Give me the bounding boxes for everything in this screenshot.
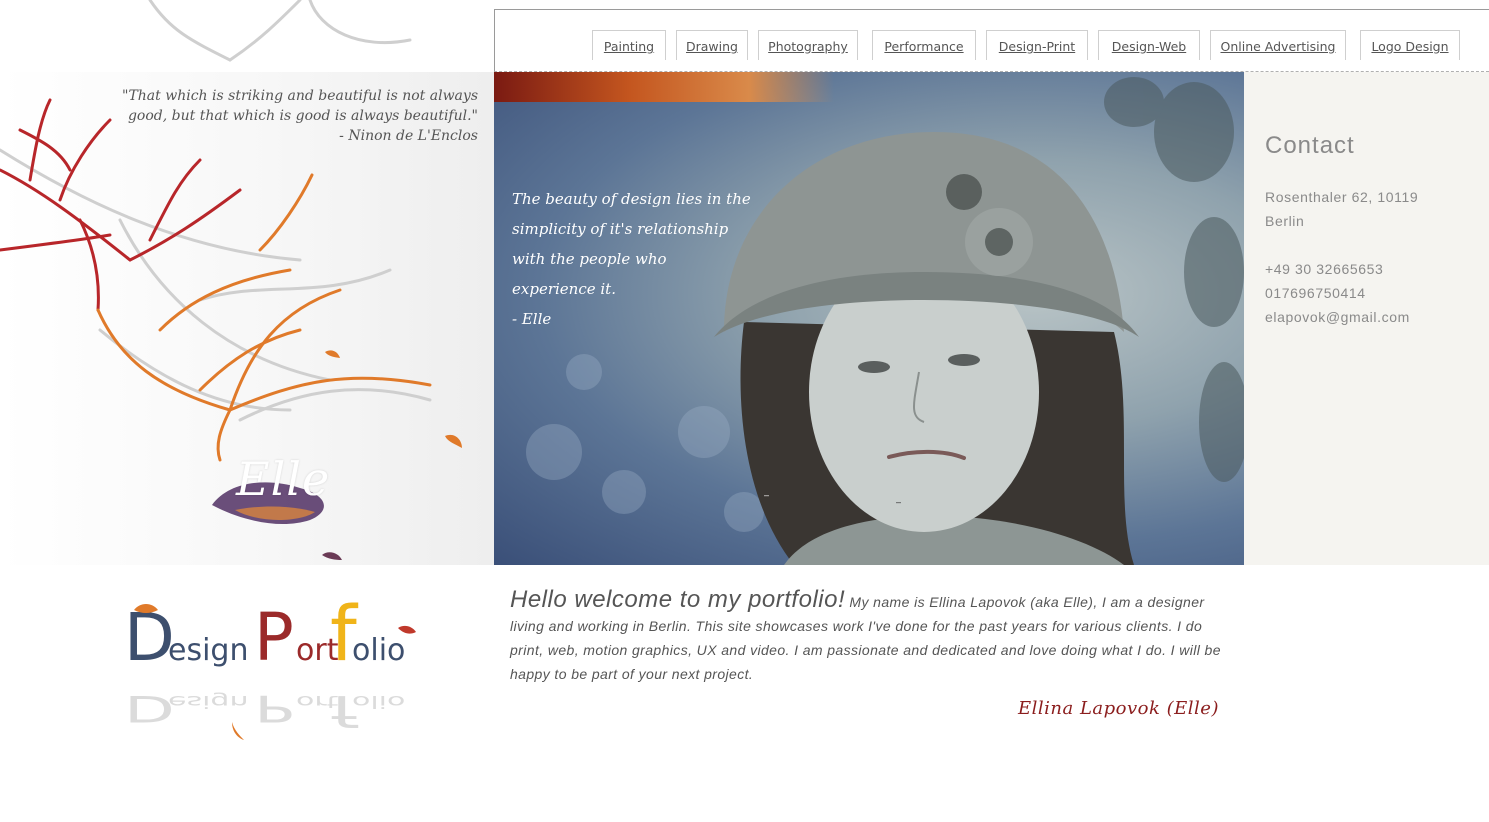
nav-tab-photography[interactable]: Photography xyxy=(758,30,858,60)
contact-title: Contact xyxy=(1265,132,1355,159)
nav-tab-design-print[interactable]: Design-Print xyxy=(986,30,1088,60)
design-portfolio-logo: D esign P ort f olio D esign P ort f oli… xyxy=(124,589,416,740)
logo-reflection: esign xyxy=(168,692,248,711)
nav-tab-painting[interactable]: Painting xyxy=(592,30,666,60)
nav-tab-design-web[interactable]: Design-Web xyxy=(1098,30,1200,60)
contact-address-line2: Berlin xyxy=(1265,213,1305,229)
contact-email[interactable]: elapovok@gmail.com xyxy=(1265,309,1410,325)
hero-mark: – xyxy=(764,490,770,500)
welcome-text: Hello welcome to my portfolio! My name i… xyxy=(510,588,1230,686)
nav-tab-drawing[interactable]: Drawing xyxy=(676,30,748,60)
hero-photo: The beauty of design lies in the simplic… xyxy=(494,72,1244,565)
left-quote-author: - Ninon de L'Enclos xyxy=(339,128,478,144)
left-quote: "That which is striking and beautiful is… xyxy=(118,86,478,146)
logo-reflection: olio xyxy=(352,692,405,711)
author-signature: Ellina Lapovok (Elle) xyxy=(1018,698,1219,719)
welcome-heading: Hello welcome to my portfolio! xyxy=(510,586,846,613)
hero-quote-line: with the people who xyxy=(512,250,667,268)
contact-phone2: 017696750414 xyxy=(1265,285,1366,301)
logo-reflection: P xyxy=(254,687,294,729)
hero-quote-line: The beauty of design lies in the xyxy=(512,190,751,208)
hero-quote-line: simplicity of it's relationship xyxy=(512,220,729,238)
hero-accent-bar xyxy=(494,72,834,102)
left-quote-text: "That which is striking and beautiful is… xyxy=(122,88,478,124)
nav-tab-logo-design[interactable]: Logo Design xyxy=(1360,30,1460,60)
tree-panel: "That which is striking and beautiful is… xyxy=(0,0,494,565)
hero-mark: – xyxy=(896,497,902,507)
logo-word-esign: esign xyxy=(168,633,248,668)
hero-quote: The beauty of design lies in the simplic… xyxy=(512,184,792,334)
main-nav: Painting Drawing Photography Performance… xyxy=(0,30,1489,60)
contact-phone1: +49 30 32665653 xyxy=(1265,261,1384,277)
hero-quote-author: - Elle xyxy=(512,310,552,328)
hero-quote-line: experience it. xyxy=(512,280,616,298)
contact-address-line1: Rosenthaler 62, 10119 xyxy=(1265,189,1419,205)
logo-letter-p: P xyxy=(254,599,294,676)
nav-tab-performance[interactable]: Performance xyxy=(872,30,976,60)
contact-panel: Contact Rosenthaler 62, 10119 Berlin +49… xyxy=(1244,72,1489,565)
logo-word-olio: olio xyxy=(352,633,405,668)
nav-tab-online-advertising[interactable]: Online Advertising xyxy=(1210,30,1346,60)
logo-leaf-icon xyxy=(232,722,244,740)
elle-signature-logo: Elle xyxy=(236,452,331,506)
